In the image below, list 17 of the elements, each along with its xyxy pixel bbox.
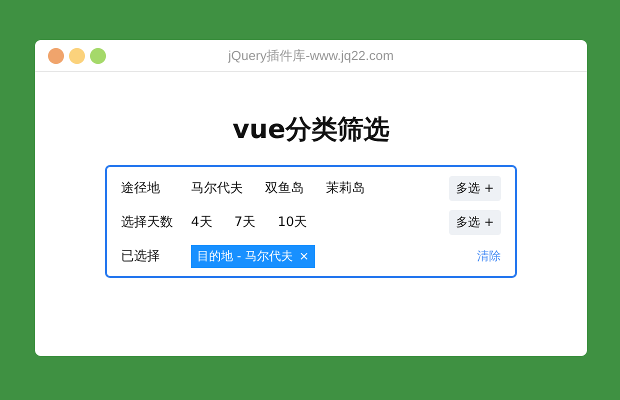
filter-option[interactable]: 7天 [234, 213, 256, 231]
minimize-dot-icon[interactable] [69, 48, 85, 64]
maximize-dot-icon[interactable] [90, 48, 106, 64]
filter-option[interactable]: 马尔代夫 [191, 179, 243, 197]
filter-label: 选择天数 [121, 214, 174, 231]
multi-select-button[interactable]: 多选 + [449, 210, 501, 234]
window-title: jQuery插件库-www.jq22.com [228, 46, 394, 64]
multi-select-button[interactable]: 多选 + [449, 176, 501, 200]
page-heading: vue分类筛选 [232, 114, 390, 147]
filter-option[interactable]: 茉莉岛 [326, 179, 365, 197]
filter-option[interactable]: 4天 [191, 213, 212, 231]
tag-text: 目的地 - 马尔代夫 [197, 248, 293, 264]
selected-label: 已选择 [121, 248, 161, 265]
close-dot-icon[interactable] [48, 48, 64, 64]
filter-option[interactable]: 双鱼岛 [265, 179, 304, 197]
filter-option[interactable]: 10天 [278, 213, 308, 231]
filter-label: 途径地 [121, 180, 161, 197]
